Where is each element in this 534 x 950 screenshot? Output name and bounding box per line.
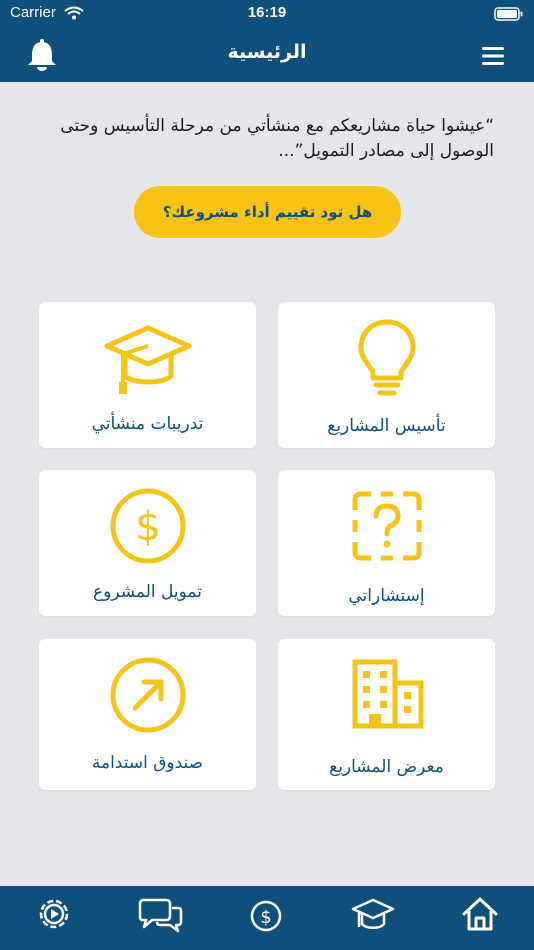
evaluate-project-label: هل تود تقييم أداء مشروعك؟: [162, 203, 373, 221]
card-label: صندوق استدامة: [91, 753, 204, 773]
card-label: تمويل المشروع: [93, 582, 202, 602]
graduation-cap-icon: [104, 325, 191, 394]
lightbulb-icon: [358, 319, 415, 396]
card-label: تدريبات منشأتي: [91, 414, 204, 434]
tab-funding[interactable]: $: [246, 894, 286, 934]
status-bar: Carrier 16:19: [0, 0, 534, 28]
hamburger-icon: [482, 47, 504, 65]
tab-settings[interactable]: [34, 894, 74, 934]
dollar-icon: $: [250, 900, 282, 932]
svg-text:$: $: [260, 907, 271, 928]
tab-chat[interactable]: [138, 894, 184, 934]
building-icon: [352, 659, 423, 729]
graduation-cap-icon: [351, 898, 395, 929]
card-label: تأسيس المشاريع: [327, 416, 446, 436]
card-label: معرض المشاريع: [329, 757, 444, 777]
evaluate-project-button[interactable]: هل تود تقييم أداء مشروعك؟: [134, 186, 401, 238]
intro-quote: “عيشوا حياة مشاريعكم مع منشأتي من مرحلة …: [60, 116, 494, 161]
battery-icon: [494, 7, 523, 21]
menu-button[interactable]: [478, 44, 508, 68]
main-content: “عيشوا حياة مشاريعكم مع منشأتي من مرحلة …: [0, 82, 534, 886]
bottom-tab-bar: $: [0, 886, 534, 950]
settings-icon: [39, 899, 69, 929]
card-funding[interactable]: $ تمويل المشروع: [39, 470, 256, 616]
tab-trainings[interactable]: [350, 894, 396, 934]
tab-home[interactable]: [460, 894, 500, 934]
card-consultations[interactable]: إستشاراتي: [278, 470, 495, 616]
card-sustainability-fund[interactable]: صندوق استدامة: [39, 639, 256, 790]
app-header: الرئيسية: [0, 28, 534, 82]
page-title: الرئيسية: [227, 41, 307, 63]
home-icon: [462, 897, 498, 931]
chat-icon: [138, 898, 183, 933]
question-icon: [352, 491, 421, 561]
svg-text:$: $: [135, 504, 160, 550]
card-projects-gallery[interactable]: معرض المشاريع: [278, 639, 495, 790]
card-trainings[interactable]: تدريبات منشأتي: [39, 302, 256, 448]
arrow-up-right-icon: [110, 657, 185, 733]
clock: 16:19: [247, 4, 287, 21]
card-label: إستشاراتي: [348, 586, 425, 606]
card-project-setup[interactable]: تأسيس المشاريع: [278, 302, 495, 448]
dollar-icon: $: [110, 488, 185, 564]
